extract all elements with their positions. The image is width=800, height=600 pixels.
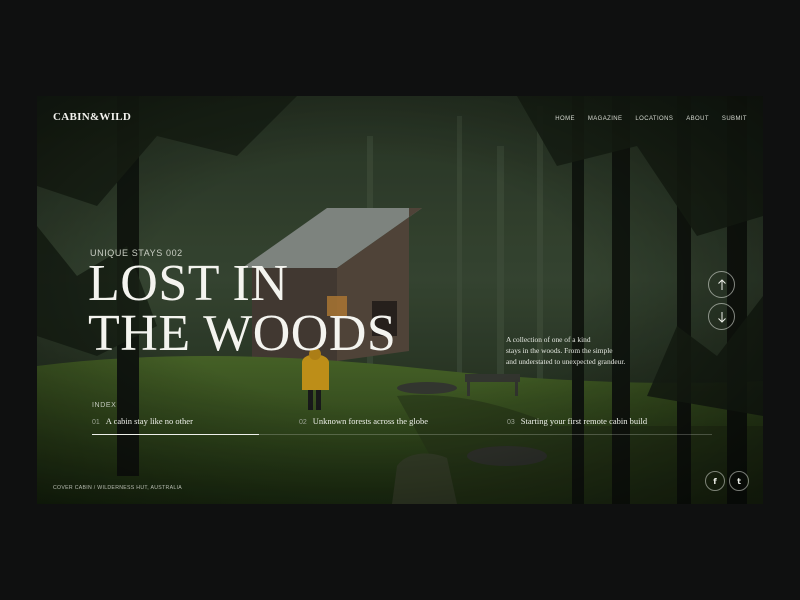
index-item-1[interactable]: 01 A cabin stay like no other xyxy=(92,416,193,426)
blurb-line-2: stays in the woods. From the simple xyxy=(506,346,613,355)
facebook-button[interactable]: f xyxy=(705,471,725,491)
index-item-number: 02 xyxy=(299,419,307,426)
photo-caption: COVER CABIN / WILDERNESS HUT, AUSTRALIA xyxy=(53,485,183,491)
scroll-up-button[interactable] xyxy=(708,271,735,298)
blurb-line-1: A collection of one of a kind xyxy=(506,335,591,344)
index-item-number: 03 xyxy=(507,419,515,426)
nav-item-submit[interactable]: SUBMIT xyxy=(722,116,747,122)
index-progress-fill xyxy=(92,434,260,435)
arrow-down-icon xyxy=(717,311,726,323)
headline-line-1: LOST IN xyxy=(88,255,289,312)
twitter-button[interactable]: t xyxy=(729,471,749,491)
blurb-line-3: and understated to unexpected grandeur. xyxy=(506,357,626,366)
nav-item-locations[interactable]: LOCATIONS xyxy=(635,116,673,122)
index-item-title: Starting your first remote cabin build xyxy=(520,416,648,426)
headline-line-2: THE WOODS xyxy=(88,305,397,362)
hero-frame: CABIN&WILD HOME MAGAZINE LOCATIONS ABOUT… xyxy=(37,96,763,504)
nav-item-magazine[interactable]: MAGAZINE xyxy=(588,116,623,122)
index-item-title: A cabin stay like no other xyxy=(105,416,193,426)
index-item-2[interactable]: 02 Unknown forests across the globe xyxy=(299,416,428,426)
index-item-3[interactable]: 03 Starting your first remote cabin buil… xyxy=(507,416,647,426)
scroll-down-button[interactable] xyxy=(708,303,735,330)
twitter-icon: t xyxy=(737,476,741,486)
nav-item-about[interactable]: ABOUT xyxy=(686,116,709,122)
main-nav: HOME MAGAZINE LOCATIONS ABOUT SUBMIT xyxy=(555,116,747,122)
hero-blurb: A collection of one of a kind stays in t… xyxy=(506,334,666,367)
nav-item-home[interactable]: HOME xyxy=(555,116,575,122)
index-list: 01 A cabin stay like no other 02 Unknown… xyxy=(92,416,712,436)
arrow-up-icon xyxy=(717,278,726,290)
index-item-title: Unknown forests across the globe xyxy=(312,416,428,426)
index-label: INDEX xyxy=(92,402,117,409)
hero-headline: LOST IN THE WOODS xyxy=(88,255,397,362)
brand-logo[interactable]: CABIN&WILD xyxy=(53,111,131,123)
index-item-number: 01 xyxy=(92,419,100,426)
index-progress-track xyxy=(92,434,712,435)
facebook-icon: f xyxy=(713,476,717,486)
